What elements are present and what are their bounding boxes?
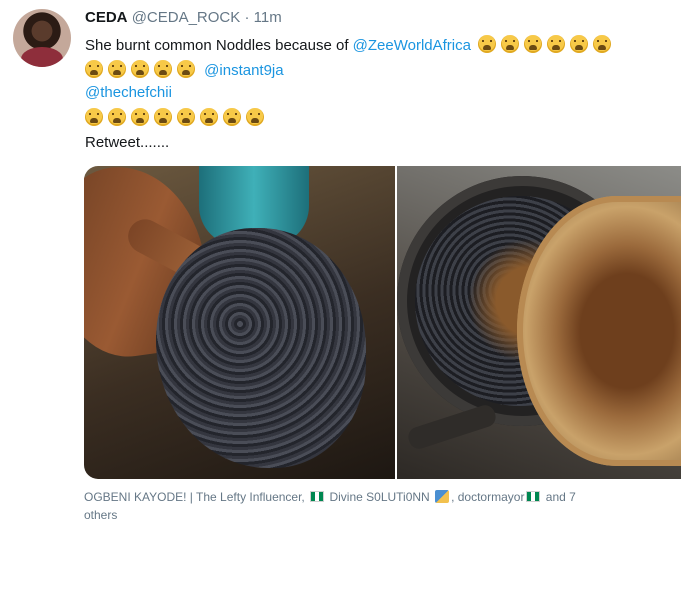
weary-face-emoji — [108, 60, 126, 78]
weary-face-emoji — [478, 35, 497, 53]
weary-face-emoji — [200, 108, 218, 126]
weary-face-emoji — [85, 60, 103, 78]
tweet-header: CEDA @CEDA_ROCK · 11m — [85, 9, 282, 26]
tweet-text-line-1: She burnt common Noddles because of @Zee… — [85, 35, 616, 54]
mention-instant9ja[interactable]: @instant9ja — [204, 62, 283, 79]
liked-by-text-3: , doctormayor — [451, 490, 525, 504]
mention-zeeworldafrica[interactable]: @ZeeWorldAfrica — [353, 37, 471, 54]
picture-emoji-icon — [435, 490, 450, 503]
tweet-text-line-3: @thechefchii — [85, 84, 172, 101]
tweet-text-line-2: @instant9ja — [85, 60, 284, 79]
pot-handle — [405, 402, 499, 452]
tweet-text: She burnt common Noddles because of — [85, 37, 353, 54]
weary-face-emoji — [524, 35, 543, 53]
weary-face-emoji — [154, 108, 172, 126]
weary-face-emoji — [85, 108, 103, 126]
photo-burnt-noodles-pot[interactable] — [397, 166, 681, 479]
weary-face-emoji — [177, 60, 195, 78]
separator: · — [244, 9, 250, 26]
weary-face-emoji — [223, 108, 241, 126]
handle[interactable]: @CEDA_ROCK — [132, 9, 241, 26]
mention-thechefchii[interactable]: @thechefchii — [85, 84, 172, 101]
weary-face-emoji — [501, 35, 520, 53]
nigeria-flag-icon — [310, 491, 325, 502]
weary-face-emoji — [131, 108, 149, 126]
tweet-text-line-4 — [85, 108, 269, 127]
weary-face-emoji — [131, 60, 149, 78]
retweet-text: Retweet....... — [85, 134, 170, 151]
weary-face-emoji — [154, 60, 172, 78]
photo-burnt-noodles-hand[interactable] — [84, 166, 395, 479]
liked-by-text-1: OGBENI KAYODE! | The Lefty Influencer, — [84, 490, 305, 504]
avatar-shirt — [21, 47, 63, 67]
weary-face-emoji — [246, 108, 264, 126]
timestamp[interactable]: 11m — [254, 9, 282, 26]
weary-face-emoji — [108, 108, 126, 126]
nigeria-flag-icon — [526, 491, 541, 502]
weary-face-emoji — [547, 35, 566, 53]
liked-by-text-2: Divine S0LUTi0NN — [329, 490, 430, 504]
liked-by-text-4: and 7 — [545, 490, 576, 504]
weary-face-emoji — [177, 108, 195, 126]
liked-by-text-5: others — [84, 508, 118, 522]
display-name[interactable]: CEDA — [85, 9, 128, 26]
tweet: CEDA @CEDA_ROCK · 11m She burnt common N… — [0, 0, 681, 592]
tweet-media[interactable] — [84, 166, 681, 479]
weary-face-emoji — [570, 35, 589, 53]
avatar[interactable] — [13, 9, 71, 67]
tweet-text-line-5: Retweet....... — [85, 134, 169, 151]
weary-face-emoji — [593, 35, 612, 53]
liked-by[interactable]: OGBENI KAYODE! | The Lefty Influencer, D… — [84, 488, 674, 524]
burnt-noodles — [156, 228, 366, 468]
